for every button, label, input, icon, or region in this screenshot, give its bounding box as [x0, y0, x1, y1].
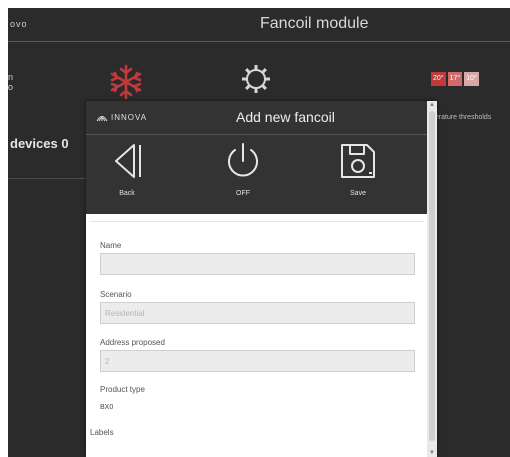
modal-header: INNOVA Add new fancoil [86, 101, 437, 135]
scroll-down-arrow-icon[interactable]: ▼ [429, 450, 435, 456]
app-logo: ovo [10, 19, 28, 29]
modal-logo-text: INNOVA [111, 112, 148, 122]
temp-badge-low[interactable]: 10° [464, 72, 479, 86]
left-fragment-2: o [8, 82, 14, 92]
address-input[interactable] [100, 350, 415, 372]
modal-scrollbar[interactable]: ▲ ▼ [427, 101, 437, 457]
scroll-up-arrow-icon[interactable]: ▲ [429, 102, 435, 108]
left-fragment-1: n [8, 72, 14, 82]
modal-form: Name Scenario Address proposed Product t… [86, 214, 426, 457]
back-icon [115, 144, 141, 178]
save-icon [341, 144, 375, 178]
add-fancoil-modal: INNOVA Add new fancoil Back OFF Save Nam… [86, 101, 437, 457]
modal-logo: INNOVA [96, 112, 147, 122]
devices-divider [8, 178, 88, 179]
name-input[interactable] [100, 253, 415, 275]
gear-icon[interactable] [241, 64, 271, 94]
scenario-label: Scenario [100, 290, 132, 299]
form-top-divider [90, 221, 424, 222]
address-label: Address proposed [100, 338, 165, 347]
name-label: Name [100, 241, 122, 250]
innova-logo-icon [96, 116, 108, 122]
power-icon [228, 143, 258, 177]
product-type-label: Product type [100, 385, 145, 394]
off-button[interactable]: OFF [213, 141, 273, 197]
off-label: OFF [236, 190, 250, 197]
devices-count-label: devices 0 [10, 136, 69, 151]
back-label: Back [119, 190, 135, 197]
back-button[interactable]: Back [97, 141, 157, 197]
temp-badge-mid[interactable]: 17° [447, 72, 463, 86]
app-header: ovo Fancoil module [8, 8, 510, 42]
temp-badge-high[interactable]: 20° [431, 72, 446, 86]
labels-label: Labels [90, 428, 114, 437]
save-button[interactable]: Save [328, 141, 388, 197]
temperature-badges: 20° 17° 10° [431, 72, 479, 86]
modal-title: Add new fancoil [236, 109, 335, 125]
snowflake-icon[interactable] [108, 64, 144, 100]
scenario-input[interactable] [100, 302, 415, 324]
modal-toolbar: Back OFF Save [86, 135, 437, 214]
app-title: Fancoil module [260, 15, 369, 32]
scroll-thumb[interactable] [429, 111, 435, 441]
temperature-threshold-label: perature thresholds [431, 114, 492, 121]
save-label: Save [350, 190, 366, 197]
product-type-value: BX0 [100, 404, 114, 411]
